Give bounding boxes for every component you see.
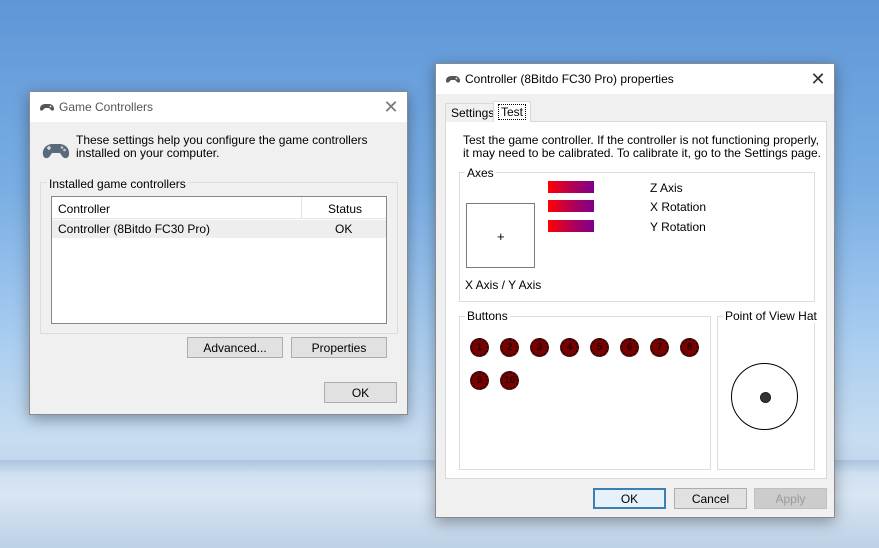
xy-axis-box: +	[466, 203, 535, 268]
xy-axis-crosshair: +	[497, 229, 505, 244]
controllers-list[interactable]: Controller Status Controller (8Bitdo FC3…	[51, 196, 387, 324]
xy-axis-label: X Axis / Y Axis	[465, 278, 542, 292]
axes-label: Axes	[465, 166, 496, 180]
y-rotation-label: Y Rotation	[650, 220, 706, 234]
table-row[interactable]: Controller (8Bitdo FC30 Pro) OK	[52, 220, 386, 238]
properties-ok-label: OK	[620, 491, 639, 506]
properties-titlebar[interactable]: Controller (8Bitdo FC30 Pro) properties …	[436, 64, 834, 94]
advanced-button[interactable]: Advanced...	[187, 337, 283, 358]
properties-window: Controller (8Bitdo FC30 Pro) properties …	[435, 63, 835, 518]
buttons-group	[459, 316, 711, 470]
column-header-status[interactable]: Status	[328, 202, 362, 216]
gamepad-large-icon	[42, 144, 70, 159]
game-controllers-title: Game Controllers	[59, 100, 154, 114]
controller-button-indicator: 9	[470, 371, 489, 390]
list-header: Controller Status	[52, 197, 386, 219]
game-controllers-description: These settings help you configure the ga…	[76, 133, 368, 160]
pov-hat-circle	[731, 363, 798, 430]
controller-button-indicator: 6	[620, 338, 639, 357]
properties-title: Controller (8Bitdo FC30 Pro) properties	[465, 72, 674, 86]
controller-button-indicator: 3	[530, 338, 549, 357]
controller-button-indicator: 5	[590, 338, 609, 357]
row-status: OK	[335, 222, 353, 236]
game-controllers-window: Game Controllers ✕ These settings help y…	[29, 91, 408, 415]
column-header-controller[interactable]: Controller	[58, 202, 110, 216]
x-rotation-bar	[548, 200, 594, 212]
close-icon: ✕	[383, 96, 399, 117]
tab-test[interactable]: Test	[493, 101, 532, 122]
test-instructions: Test the game controller. If the control…	[463, 133, 822, 160]
apply-button[interactable]: Apply	[754, 488, 827, 509]
properties-close-button[interactable]: ✕	[802, 64, 834, 94]
pov-hat-center-dot	[760, 392, 771, 403]
game-controllers-titlebar[interactable]: Game Controllers ✕	[30, 92, 407, 122]
cancel-button-label: Cancel	[691, 491, 730, 506]
controller-button-indicator: 8	[680, 338, 699, 357]
tab-settings-label: Settings	[451, 106, 495, 120]
pov-hat-label: Point of View Hat	[723, 309, 819, 323]
controller-button-indicator: 7	[650, 338, 669, 357]
game-controllers-ok-button[interactable]: OK	[324, 382, 397, 403]
game-controllers-close-button[interactable]: ✕	[375, 92, 407, 122]
properties-ok-button[interactable]: OK	[593, 488, 666, 509]
installed-controllers-label: Installed game controllers	[47, 177, 188, 191]
advanced-button-label: Advanced...	[203, 340, 267, 355]
y-rotation-bar	[548, 220, 594, 232]
properties-button[interactable]: Properties	[291, 337, 387, 358]
properties-button-label: Properties	[311, 340, 367, 355]
controller-button-indicator: 4	[560, 338, 579, 357]
z-axis-bar	[548, 181, 594, 193]
controller-button-indicator: 10	[500, 371, 519, 390]
gamepad-icon	[446, 76, 460, 83]
controller-button-indicator: 1	[470, 338, 489, 357]
x-rotation-label: X Rotation	[650, 200, 707, 214]
column-divider	[301, 197, 302, 219]
row-controller-name: Controller (8Bitdo FC30 Pro)	[58, 222, 211, 236]
z-axis-label: Z Axis	[650, 181, 683, 195]
close-icon: ✕	[810, 68, 826, 89]
cancel-button[interactable]: Cancel	[674, 488, 747, 509]
controller-button-indicator: 2	[500, 338, 519, 357]
apply-button-label: Apply	[775, 491, 806, 506]
tab-test-label: Test	[497, 104, 527, 120]
buttons-label: Buttons	[465, 309, 510, 323]
game-controllers-ok-label: OK	[351, 385, 370, 400]
gamepad-icon	[40, 104, 54, 111]
